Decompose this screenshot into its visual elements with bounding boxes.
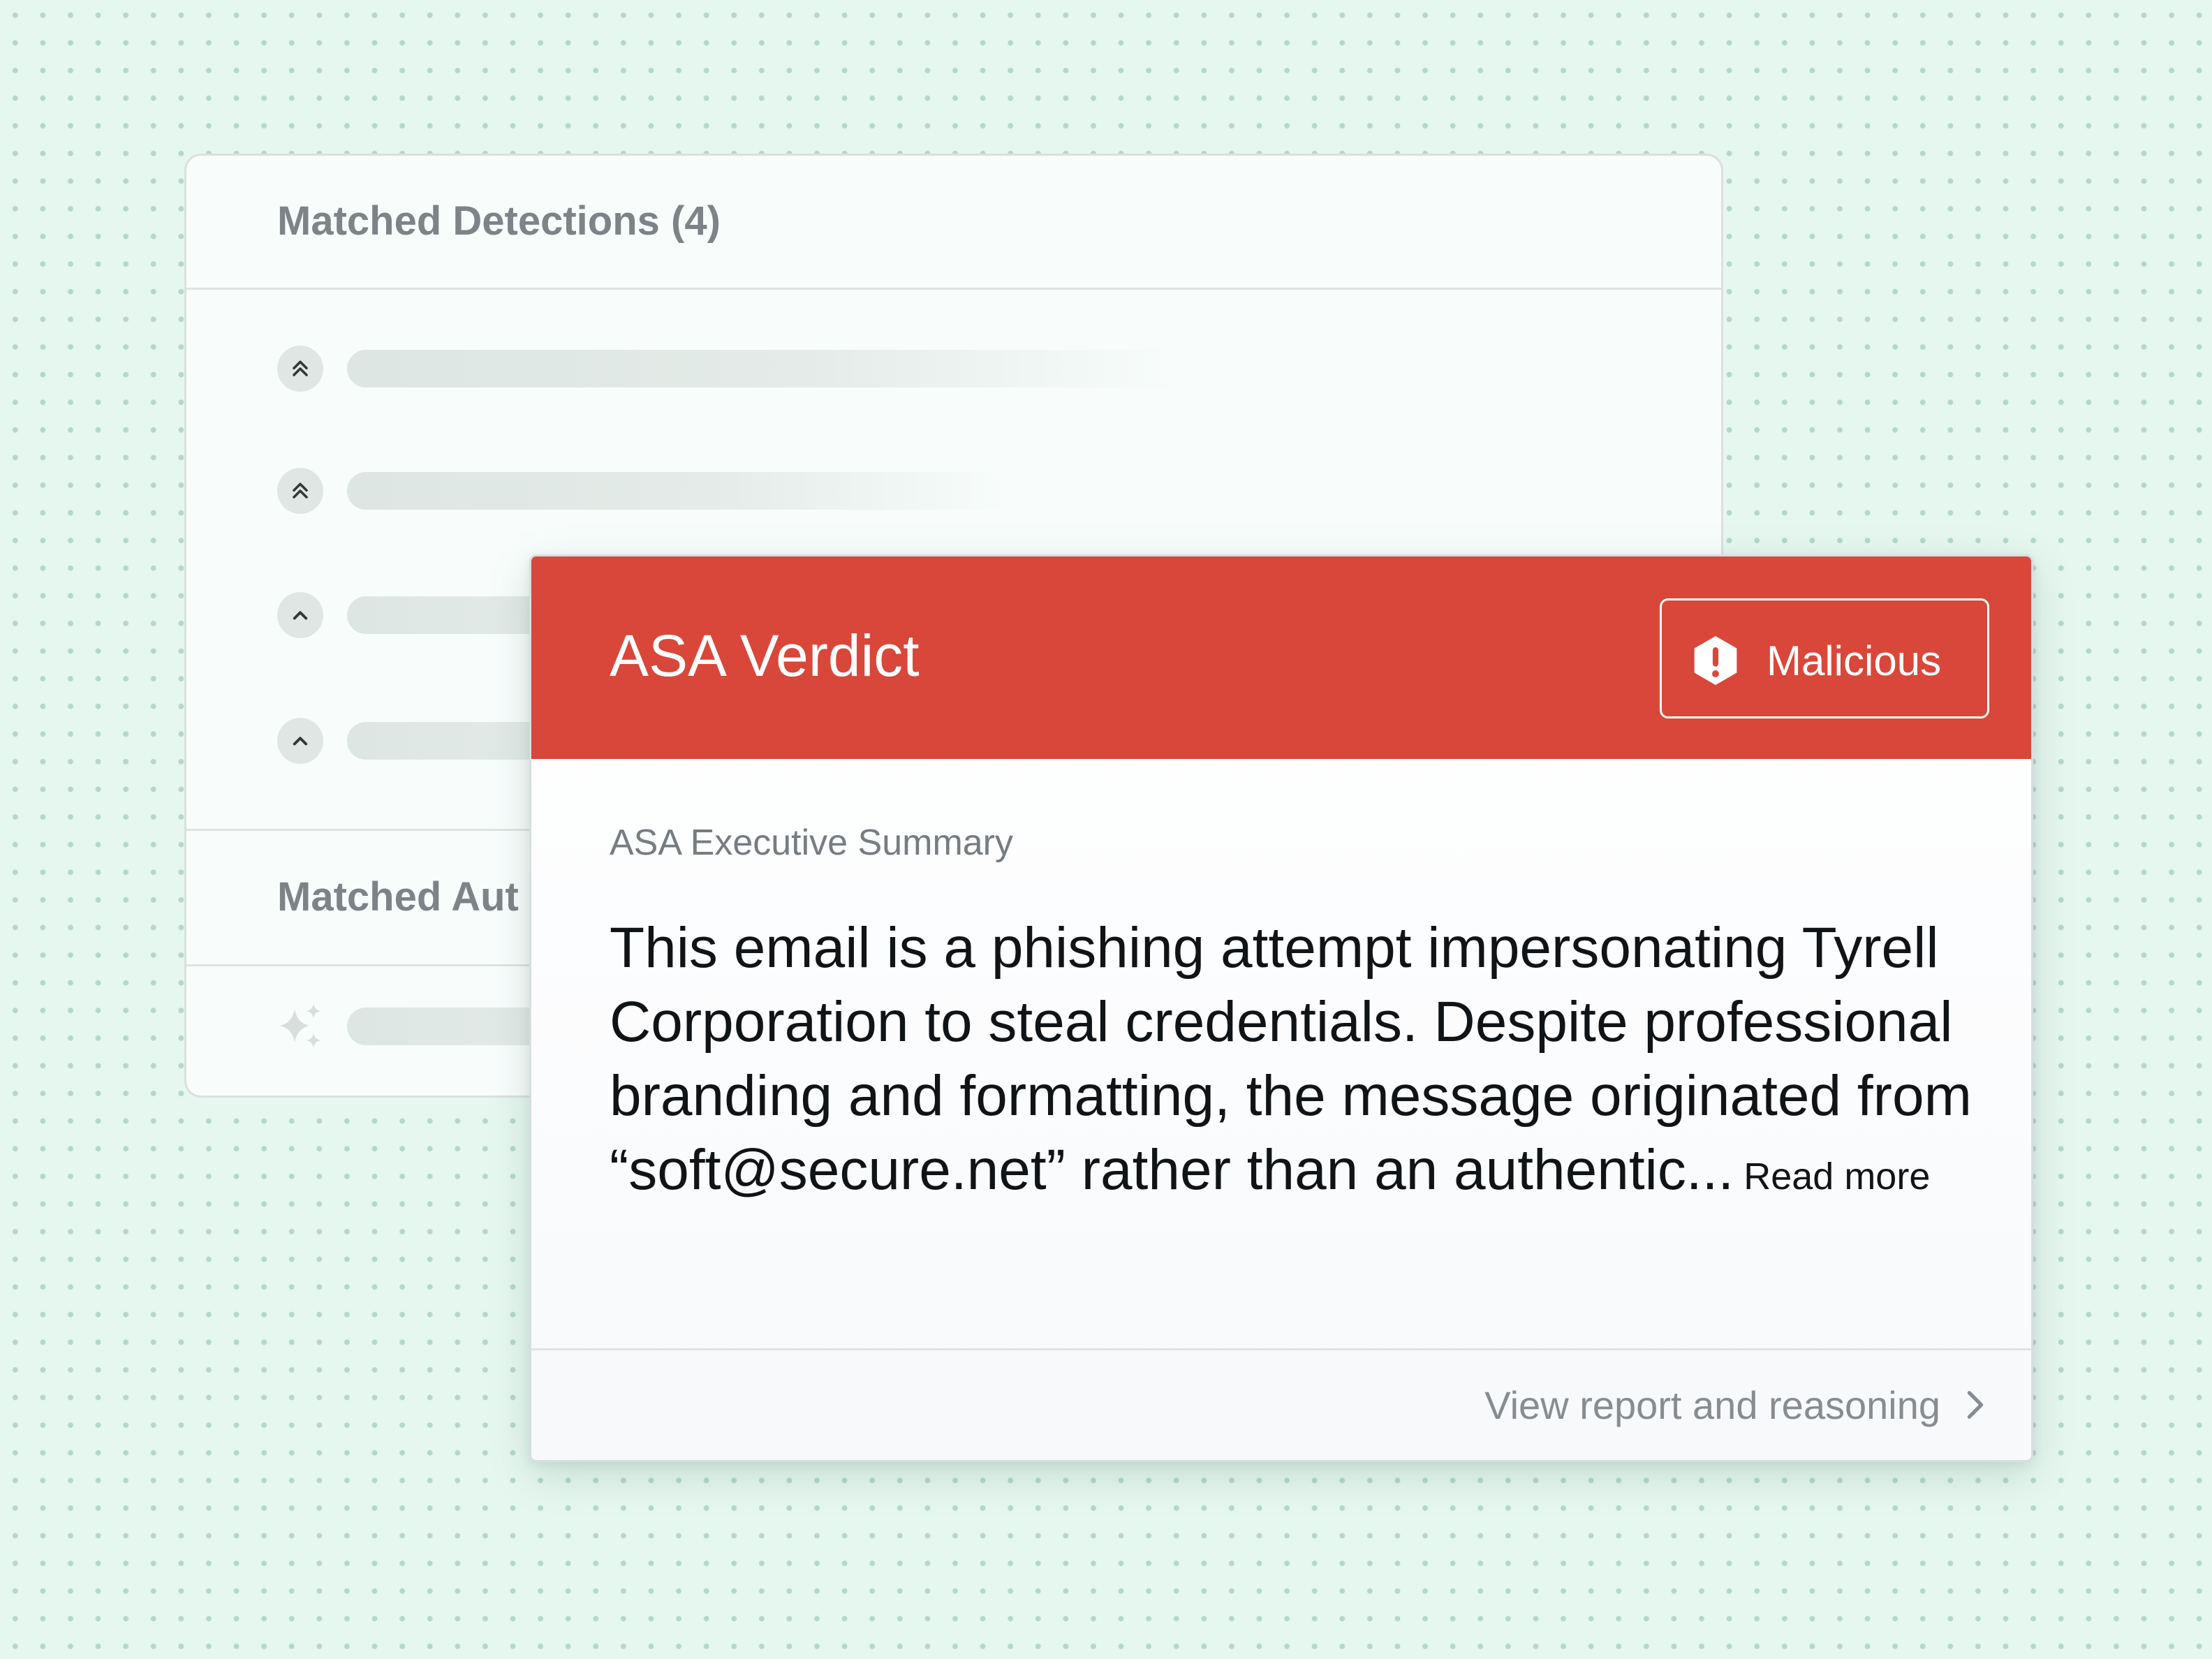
verdict-title: ASA Verdict <box>610 623 920 688</box>
verdict-header: ASA Verdict Malicious <box>531 556 2031 759</box>
asa-verdict-card: ASA Verdict Malicious ASA Executive Summ… <box>529 554 2033 1462</box>
matched-detections-title: Matched Detections (4) <box>277 198 721 244</box>
chevron-up-icon <box>277 718 323 764</box>
read-more-link[interactable]: Read more <box>1743 1156 1930 1197</box>
chevron-right-icon <box>1967 1391 1984 1419</box>
chevron-up-icon <box>277 592 323 638</box>
double-chevron-up-icon <box>277 346 323 392</box>
executive-summary-label: ASA Executive Summary <box>610 823 1013 863</box>
detection-placeholder <box>347 472 1010 510</box>
alert-hexagon-icon <box>1694 636 1737 685</box>
malicious-badge[interactable]: Malicious <box>1660 598 1989 718</box>
matched-automations-title: Matched Aut <box>277 874 519 920</box>
badge-label: Malicious <box>1767 637 1942 684</box>
panel-header: Matched Detections (4) <box>186 156 1721 290</box>
sparkle-icon <box>280 1003 321 1048</box>
verdict-footer: View report and reasoning <box>531 1348 2031 1460</box>
view-report-link[interactable]: View report and reasoning <box>1484 1380 1988 1430</box>
double-chevron-up-icon <box>277 468 323 514</box>
detection-placeholder <box>347 350 1178 388</box>
executive-summary-text: This email is a phishing attempt imperso… <box>610 911 1978 1214</box>
view-report-label: View report and reasoning <box>1484 1382 1940 1427</box>
